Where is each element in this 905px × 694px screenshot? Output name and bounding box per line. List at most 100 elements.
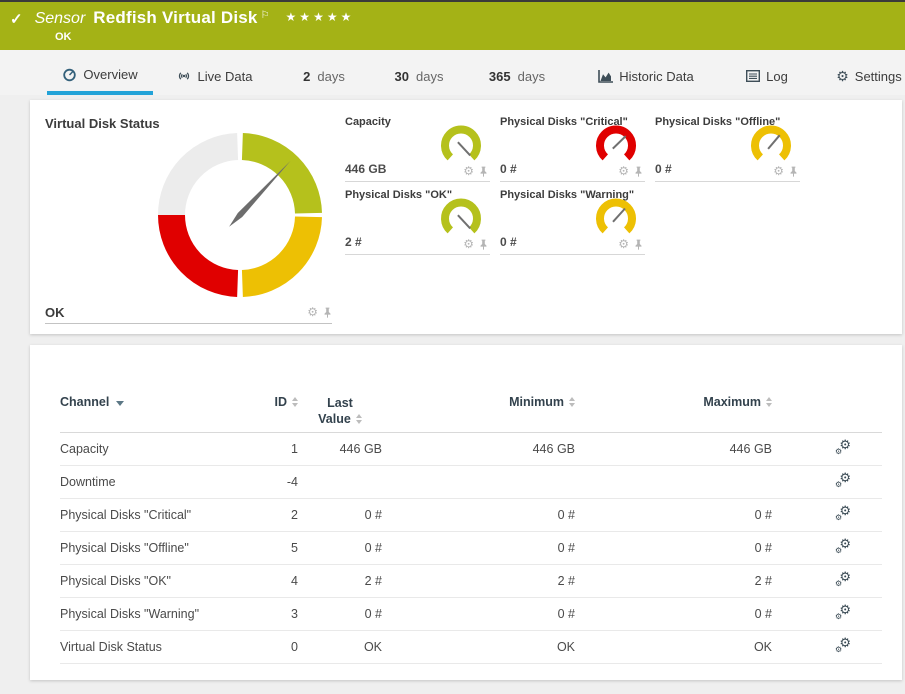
gear-icon[interactable]: ⚙ <box>463 238 474 250</box>
gauge-icon <box>62 67 77 82</box>
tab-historic-data[interactable]: Historic Data <box>590 57 702 95</box>
mini-gauge <box>748 125 794 167</box>
table-row[interactable]: Physical Disks "Critical" 2 0 # 0 # 0 # … <box>60 499 882 532</box>
sort-desc-icon <box>116 401 124 406</box>
channel-settings-icon[interactable]: ⚙⚙ <box>834 473 852 489</box>
mini-gauge <box>593 125 639 167</box>
tab-log[interactable]: Log <box>738 57 796 95</box>
header-id[interactable]: ID <box>238 395 298 409</box>
channel-last-value: 0 # <box>298 508 382 522</box>
priority-stars[interactable]: ★★★★★ <box>286 10 355 24</box>
object-kind-label: Sensor <box>35 10 86 28</box>
channel-settings-icon[interactable]: ⚙⚙ <box>834 605 852 621</box>
channel-minimum: OK <box>382 640 575 654</box>
pin-icon[interactable] <box>634 166 643 177</box>
channel-id: 1 <box>238 442 298 456</box>
channel-name: Physical Disks "Warning" <box>60 607 238 621</box>
gear-icon[interactable]: ⚙ <box>618 165 629 177</box>
channel-table: Channel ID Last Value Minimum Maximum Ca… <box>60 385 882 664</box>
channel-maximum: 0 # <box>575 541 772 555</box>
channel-last-value: 0 # <box>298 607 382 621</box>
pin-icon[interactable] <box>789 166 798 177</box>
table-row[interactable]: Capacity 1 446 GB 446 GB 446 GB ⚙⚙ <box>60 433 882 466</box>
mini-gauge-value: 446 GB <box>345 162 386 176</box>
log-list-icon <box>746 70 760 82</box>
channel-maximum: 2 # <box>575 574 772 588</box>
tab-number: 30 <box>395 69 409 84</box>
tab-365-days[interactable]: 365 days <box>481 57 553 95</box>
channel-maximum: 446 GB <box>575 442 772 456</box>
table-row[interactable]: Downtime -4 ⚙⚙ <box>60 466 882 499</box>
channel-minimum: 0 # <box>382 541 575 555</box>
tab-label: Log <box>766 69 788 84</box>
status-gauge <box>155 130 325 300</box>
channel-settings-icon[interactable]: ⚙⚙ <box>834 440 852 456</box>
channel-name: Downtime <box>60 475 238 489</box>
mini-gauge-panel-ok: Physical Disks "OK" 2 # ⚙ <box>345 189 490 255</box>
channel-id: -4 <box>238 475 298 489</box>
gear-icon[interactable]: ⚙ <box>307 306 318 318</box>
tab-unit: days <box>518 69 545 84</box>
tab-settings[interactable]: ⚙ Settings <box>831 57 905 95</box>
tab-live-data[interactable]: Live Data <box>168 57 260 95</box>
tab-number: 2 <box>303 69 310 84</box>
prtg-sensor-page: ✓ Sensor Redfish Virtual Disk ⚐ ★★★★★ OK… <box>0 0 905 694</box>
mini-gauge-value: 0 # <box>500 162 517 176</box>
sensor-title: Redfish Virtual Disk <box>93 8 257 28</box>
channel-name: Capacity <box>60 442 238 456</box>
table-row[interactable]: Physical Disks "Offline" 5 0 # 0 # 0 # ⚙… <box>60 532 882 565</box>
status-check-icon: ✓ <box>10 10 23 28</box>
channel-id: 2 <box>238 508 298 522</box>
channel-settings-icon[interactable]: ⚙⚙ <box>834 539 852 555</box>
sort-icon <box>766 397 772 407</box>
channel-name: Physical Disks "Offline" <box>60 541 238 555</box>
status-gauge-title: Virtual Disk Status <box>45 116 160 131</box>
table-row[interactable]: Physical Disks "Warning" 3 0 # 0 # 0 # ⚙… <box>60 598 882 631</box>
table-row[interactable]: Physical Disks "OK" 4 2 # 2 # 2 # ⚙⚙ <box>60 565 882 598</box>
sort-icon <box>356 414 362 424</box>
channel-settings-icon[interactable]: ⚙⚙ <box>834 506 852 522</box>
tab-label: Live Data <box>198 69 253 84</box>
sensor-header: ✓ Sensor Redfish Virtual Disk ⚐ ★★★★★ OK <box>0 2 905 50</box>
area-chart-icon <box>598 70 613 83</box>
tab-overview[interactable]: Overview <box>47 57 153 95</box>
status-gauge-value: OK <box>45 305 65 320</box>
mini-gauge-panel-warning: Physical Disks "Warning" 0 # ⚙ <box>500 189 645 255</box>
channel-id: 3 <box>238 607 298 621</box>
gear-icon: ⚙ <box>836 69 849 83</box>
gear-icon[interactable]: ⚙ <box>618 238 629 250</box>
pin-icon[interactable] <box>634 239 643 250</box>
pin-icon[interactable] <box>479 166 488 177</box>
channel-id: 4 <box>238 574 298 588</box>
tab-2-days[interactable]: 2 days <box>293 57 355 95</box>
table-row[interactable]: Virtual Disk Status 0 OK OK OK ⚙⚙ <box>60 631 882 664</box>
channel-settings-icon[interactable]: ⚙⚙ <box>834 572 852 588</box>
tab-unit: days <box>317 69 344 84</box>
mini-gauge <box>593 198 639 240</box>
header-minimum[interactable]: Minimum <box>382 395 575 409</box>
tab-label: Settings <box>855 69 902 84</box>
tab-label: Historic Data <box>619 69 693 84</box>
header-channel[interactable]: Channel <box>60 395 238 409</box>
mini-gauge-panel-critical: Physical Disks "Critical" 0 # ⚙ <box>500 116 645 182</box>
header-last-value[interactable]: Last Value <box>298 395 382 428</box>
gauges-panel: Virtual Disk Status OK ⚙ Capacity 446 GB… <box>30 100 902 334</box>
tab-bar: Overview Live Data 2 days 30 days 365 da… <box>0 50 905 95</box>
gear-icon[interactable]: ⚙ <box>773 165 784 177</box>
mini-gauge <box>438 198 484 240</box>
channel-name: Virtual Disk Status <box>60 640 238 654</box>
channel-name: Physical Disks "Critical" <box>60 508 238 522</box>
pin-icon[interactable] <box>479 239 488 250</box>
flag-icon[interactable]: ⚐ <box>261 10 270 21</box>
channel-settings-icon[interactable]: ⚙⚙ <box>834 638 852 654</box>
tab-30-days[interactable]: 30 days <box>387 57 451 95</box>
pin-icon[interactable] <box>323 307 332 318</box>
mini-gauge-panel-capacity: Capacity 446 GB ⚙ <box>345 116 490 182</box>
channel-maximum: OK <box>575 640 772 654</box>
mini-gauge <box>438 125 484 167</box>
mini-gauge-value: 0 # <box>500 235 517 249</box>
channel-name: Physical Disks "OK" <box>60 574 238 588</box>
gear-icon[interactable]: ⚙ <box>463 165 474 177</box>
header-maximum[interactable]: Maximum <box>575 395 772 409</box>
sensor-status-text: OK <box>55 31 895 43</box>
